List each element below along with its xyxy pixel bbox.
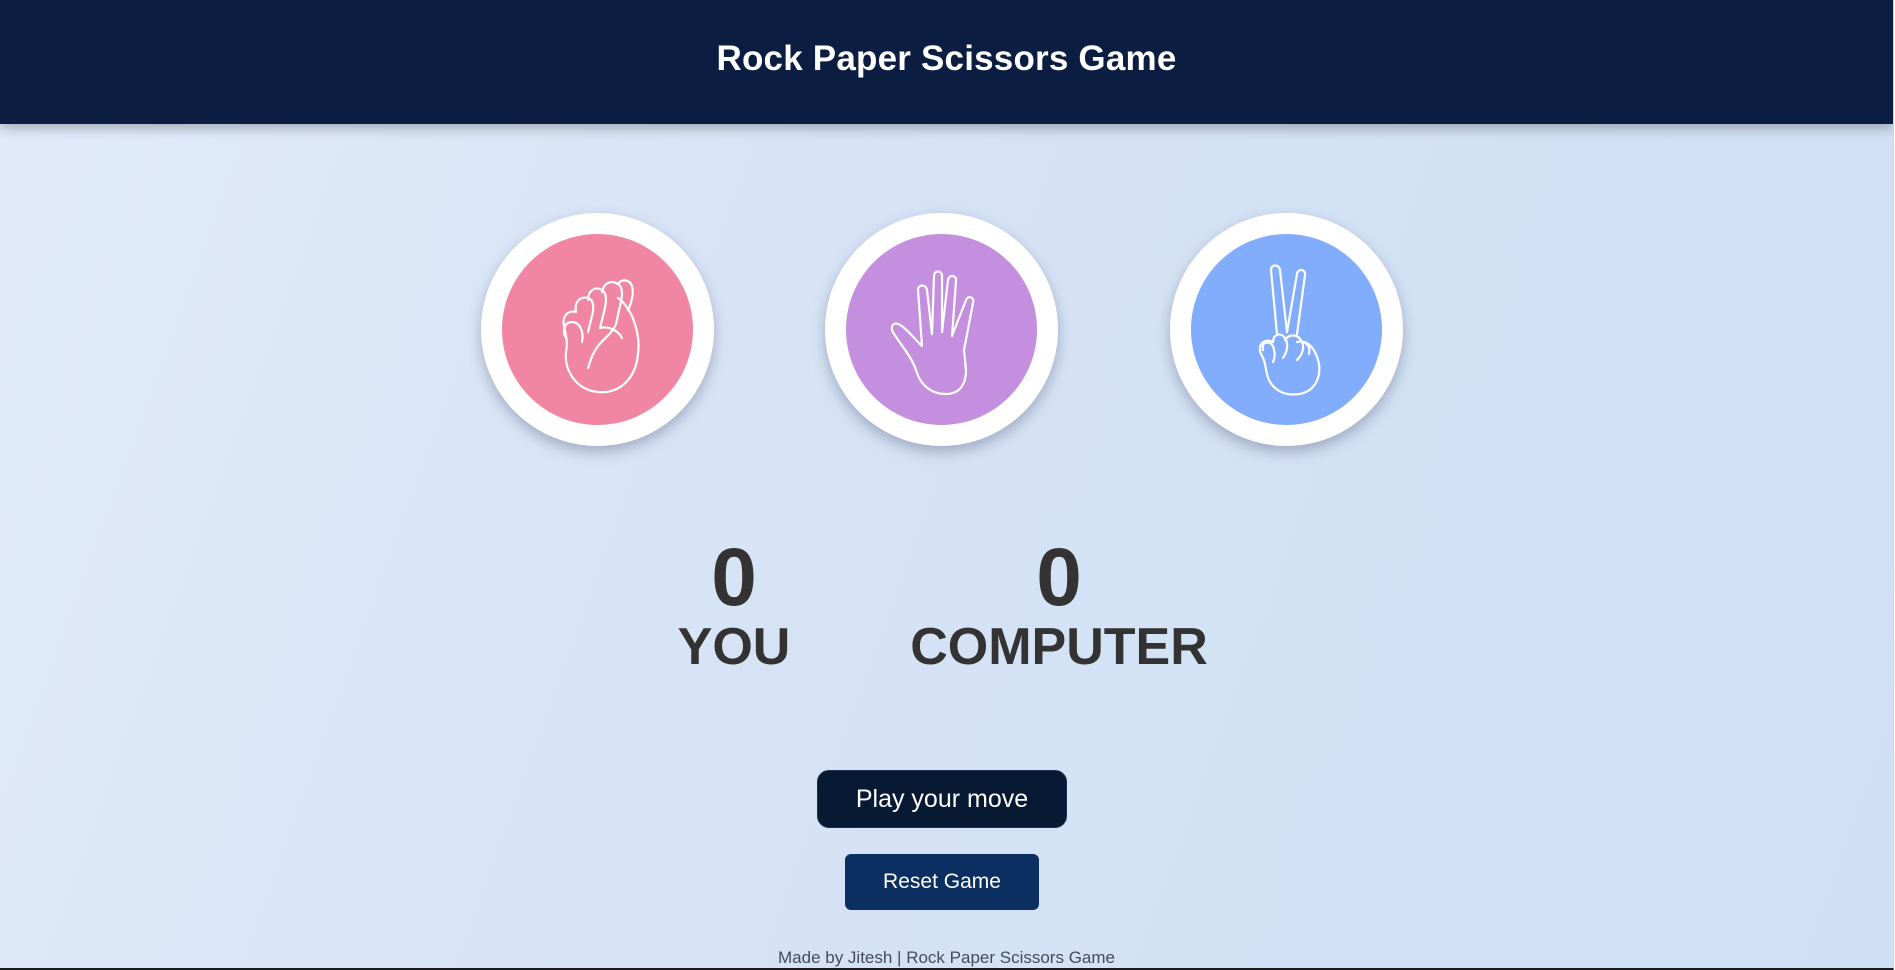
page-title: Rock Paper Scissors Game xyxy=(716,39,1177,78)
open-hand-icon xyxy=(890,269,974,395)
user-score-value: 0 xyxy=(711,532,757,623)
reset-game-button[interactable]: Reset Game xyxy=(845,854,1039,910)
computer-score-value: 0 xyxy=(1036,532,1082,623)
computer-score: 0 COMPUTER xyxy=(909,530,1209,676)
choice-rock[interactable] xyxy=(481,213,714,446)
peace-hand-icon xyxy=(1258,263,1320,396)
choice-paper[interactable] xyxy=(825,213,1058,446)
fist-icon xyxy=(562,278,640,393)
header-bar: Rock Paper Scissors Game xyxy=(0,0,1893,124)
footer-credit: Made by Jitesh | Rock Paper Scissors Gam… xyxy=(778,948,1115,967)
choice-scissors-circle xyxy=(1191,234,1382,425)
user-score-label: YOU xyxy=(677,618,791,676)
game-message: Play your move xyxy=(817,770,1067,828)
choice-rock-circle xyxy=(502,234,693,425)
choice-paper-circle xyxy=(846,234,1037,425)
choice-scissors[interactable] xyxy=(1170,213,1403,446)
computer-score-label: COMPUTER xyxy=(910,618,1208,676)
user-score: 0 YOU xyxy=(634,530,834,676)
game-page: Rock Paper Scissors Game 0 YOU 0 COMPUTE… xyxy=(0,0,1894,970)
browser-viewport: Rock Paper Scissors Game 0 YOU 0 COMPUTE… xyxy=(0,0,1895,970)
